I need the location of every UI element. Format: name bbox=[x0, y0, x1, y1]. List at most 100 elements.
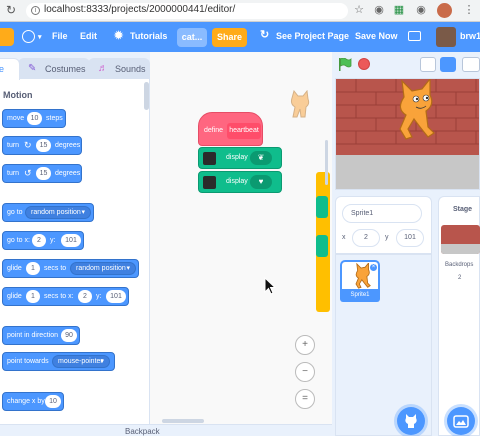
tab-costumes[interactable]: ✎ Costumes bbox=[18, 58, 90, 80]
microbit-icon bbox=[203, 152, 216, 165]
fullscreen-button[interactable] bbox=[462, 57, 480, 72]
my-stuff-folder-icon[interactable] bbox=[408, 31, 421, 41]
star-icon[interactable]: ☆ bbox=[352, 3, 366, 17]
chevron-down-icon[interactable]: ▾ bbox=[38, 33, 42, 41]
x-input[interactable]: 2 bbox=[32, 234, 46, 247]
x-input[interactable]: 2 bbox=[78, 290, 92, 303]
secs-input[interactable]: 1 bbox=[26, 290, 40, 303]
block-go-to-xy[interactable]: go to x: 2 y: 101 bbox=[2, 231, 84, 250]
zoom-out-button[interactable]: − bbox=[295, 362, 315, 382]
block-text: go to bbox=[7, 209, 23, 216]
workspace-vertical-scrollbar[interactable] bbox=[325, 140, 328, 185]
direction-input[interactable]: 90 bbox=[61, 329, 77, 342]
stage-thumbnail-floor bbox=[441, 244, 480, 254]
username[interactable]: brw1 bbox=[460, 31, 480, 41]
degrees-input[interactable]: 15 bbox=[36, 167, 51, 180]
y-input[interactable]: 101 bbox=[106, 290, 126, 303]
cat-sprite[interactable] bbox=[388, 79, 436, 141]
extension-gray-icon[interactable]: ◉ bbox=[372, 3, 386, 17]
address-bar[interactable]: i localhost:8333/projects/2000000441/edi… bbox=[26, 3, 348, 19]
choose-backdrop-button[interactable] bbox=[447, 407, 475, 435]
backpack-label: Backpack bbox=[125, 427, 160, 436]
normal-stage-button[interactable] bbox=[440, 57, 456, 72]
x-position-field[interactable]: 2 bbox=[352, 229, 380, 247]
y-input[interactable]: 101 bbox=[61, 234, 81, 247]
sprite-thumbnail-label: Sprite1 bbox=[340, 289, 380, 302]
small-stage-button[interactable] bbox=[420, 57, 436, 72]
stage-canvas[interactable] bbox=[335, 78, 480, 190]
browser-profile-avatar[interactable] bbox=[437, 3, 452, 18]
define-heartbeat-block[interactable]: define heartbeat bbox=[198, 112, 263, 146]
backdrops-count: 2 bbox=[458, 275, 462, 281]
extension-icon[interactable]: ◉ bbox=[414, 3, 428, 17]
offscreen-extension-block[interactable] bbox=[316, 235, 328, 257]
language-globe-icon[interactable] bbox=[22, 30, 35, 43]
zoom-in-button[interactable]: + bbox=[295, 335, 315, 355]
speaker-icon: ♬ bbox=[98, 63, 108, 74]
dropdown-value: random position bbox=[31, 209, 81, 216]
microbit-display-block[interactable]: display ♥ bbox=[198, 171, 282, 193]
x-change-input[interactable]: 10 bbox=[45, 395, 61, 408]
dropdown-value: random position bbox=[76, 265, 126, 272]
menu-file[interactable]: File bbox=[52, 31, 68, 41]
led-matrix-dropdown[interactable]: ♥ bbox=[250, 175, 272, 189]
tab-sounds-label: Sounds bbox=[115, 64, 146, 74]
steps-input[interactable]: 10 bbox=[27, 112, 42, 125]
block-turn-right[interactable]: turn ↻ 15 degrees bbox=[2, 136, 82, 155]
led-matrix-dropdown[interactable]: ❦ bbox=[250, 151, 272, 165]
block-change-x[interactable]: change x by 10 bbox=[2, 392, 64, 411]
info-icon[interactable]: i bbox=[31, 6, 40, 15]
see-project-page-link[interactable]: See Project Page bbox=[276, 31, 349, 41]
scratch-logo[interactable] bbox=[0, 28, 14, 46]
reload-icon[interactable]: ↻ bbox=[6, 3, 16, 17]
backpack-bar[interactable]: Backpack bbox=[0, 424, 332, 436]
project-title-input[interactable]: cat... bbox=[177, 28, 207, 47]
menu-tutorials[interactable]: Tutorials bbox=[130, 31, 167, 41]
tutorials-lightbulb-icon[interactable]: ✹ bbox=[114, 29, 123, 42]
stop-button[interactable] bbox=[358, 58, 370, 70]
microbit-display-block[interactable]: display ❦ bbox=[198, 147, 282, 169]
microbit-icon bbox=[203, 176, 216, 189]
y-position-field[interactable]: 101 bbox=[396, 229, 424, 247]
block-point-direction[interactable]: point in direction 90 bbox=[2, 326, 80, 345]
palette-scrollbar[interactable] bbox=[144, 82, 149, 110]
zoom-out-icon: − bbox=[302, 366, 308, 377]
block-text: turn bbox=[7, 142, 20, 149]
go-to-target-dropdown[interactable]: random position ▾ bbox=[25, 206, 91, 219]
block-text: go to x: bbox=[7, 237, 30, 244]
user-avatar[interactable] bbox=[436, 27, 456, 47]
tab-code[interactable]: e bbox=[0, 58, 20, 80]
zoom-reset-button[interactable]: = bbox=[295, 389, 315, 409]
tab-sounds[interactable]: ♬ Sounds bbox=[88, 58, 150, 80]
add-sprite-cat-icon bbox=[405, 414, 417, 428]
block-point-towards[interactable]: point towards mouse-pointer ▾ bbox=[2, 352, 115, 371]
stage-thumbnail[interactable] bbox=[441, 225, 480, 254]
block-text: degrees bbox=[55, 170, 81, 177]
workspace-horizontal-scrollbar[interactable] bbox=[162, 419, 204, 423]
delete-sprite-button[interactable]: × bbox=[369, 263, 378, 272]
stage-floor bbox=[336, 155, 479, 189]
block-glide-xy[interactable]: glide 1 secs to x: 2 y: 101 bbox=[2, 287, 129, 306]
sprite-name-field[interactable]: Sprite1 bbox=[342, 204, 422, 223]
share-button[interactable]: Share bbox=[212, 28, 247, 47]
glide-target-dropdown[interactable]: random position ▾ bbox=[70, 262, 136, 275]
degrees-input[interactable]: 15 bbox=[36, 139, 51, 152]
menu-edit[interactable]: Edit bbox=[80, 31, 97, 41]
chevron-down-icon: ▾ bbox=[126, 265, 130, 272]
extension-green-icon[interactable]: ▦ bbox=[392, 3, 406, 17]
save-now-button[interactable]: Save Now bbox=[355, 31, 398, 41]
block-move-steps[interactable]: move 10 steps bbox=[2, 109, 66, 128]
block-glide-to[interactable]: glide 1 secs to random position ▾ bbox=[2, 259, 139, 278]
browser-menu-icon[interactable]: ⋮ bbox=[462, 3, 476, 17]
chevron-down-icon: ▾ bbox=[100, 358, 104, 365]
choose-sprite-button[interactable] bbox=[397, 407, 425, 435]
point-towards-dropdown[interactable]: mouse-pointer ▾ bbox=[52, 355, 110, 368]
block-turn-left[interactable]: turn ↺ 15 degrees bbox=[2, 164, 82, 183]
secs-input[interactable]: 1 bbox=[26, 262, 40, 275]
backdrops-label: Backdrops bbox=[445, 262, 474, 268]
offscreen-extension-block[interactable] bbox=[316, 196, 328, 218]
block-text: turn bbox=[7, 170, 20, 177]
block-go-to[interactable]: go to random position ▾ bbox=[2, 203, 94, 222]
green-flag-icon[interactable] bbox=[338, 58, 352, 71]
block-text: glide bbox=[7, 265, 22, 272]
